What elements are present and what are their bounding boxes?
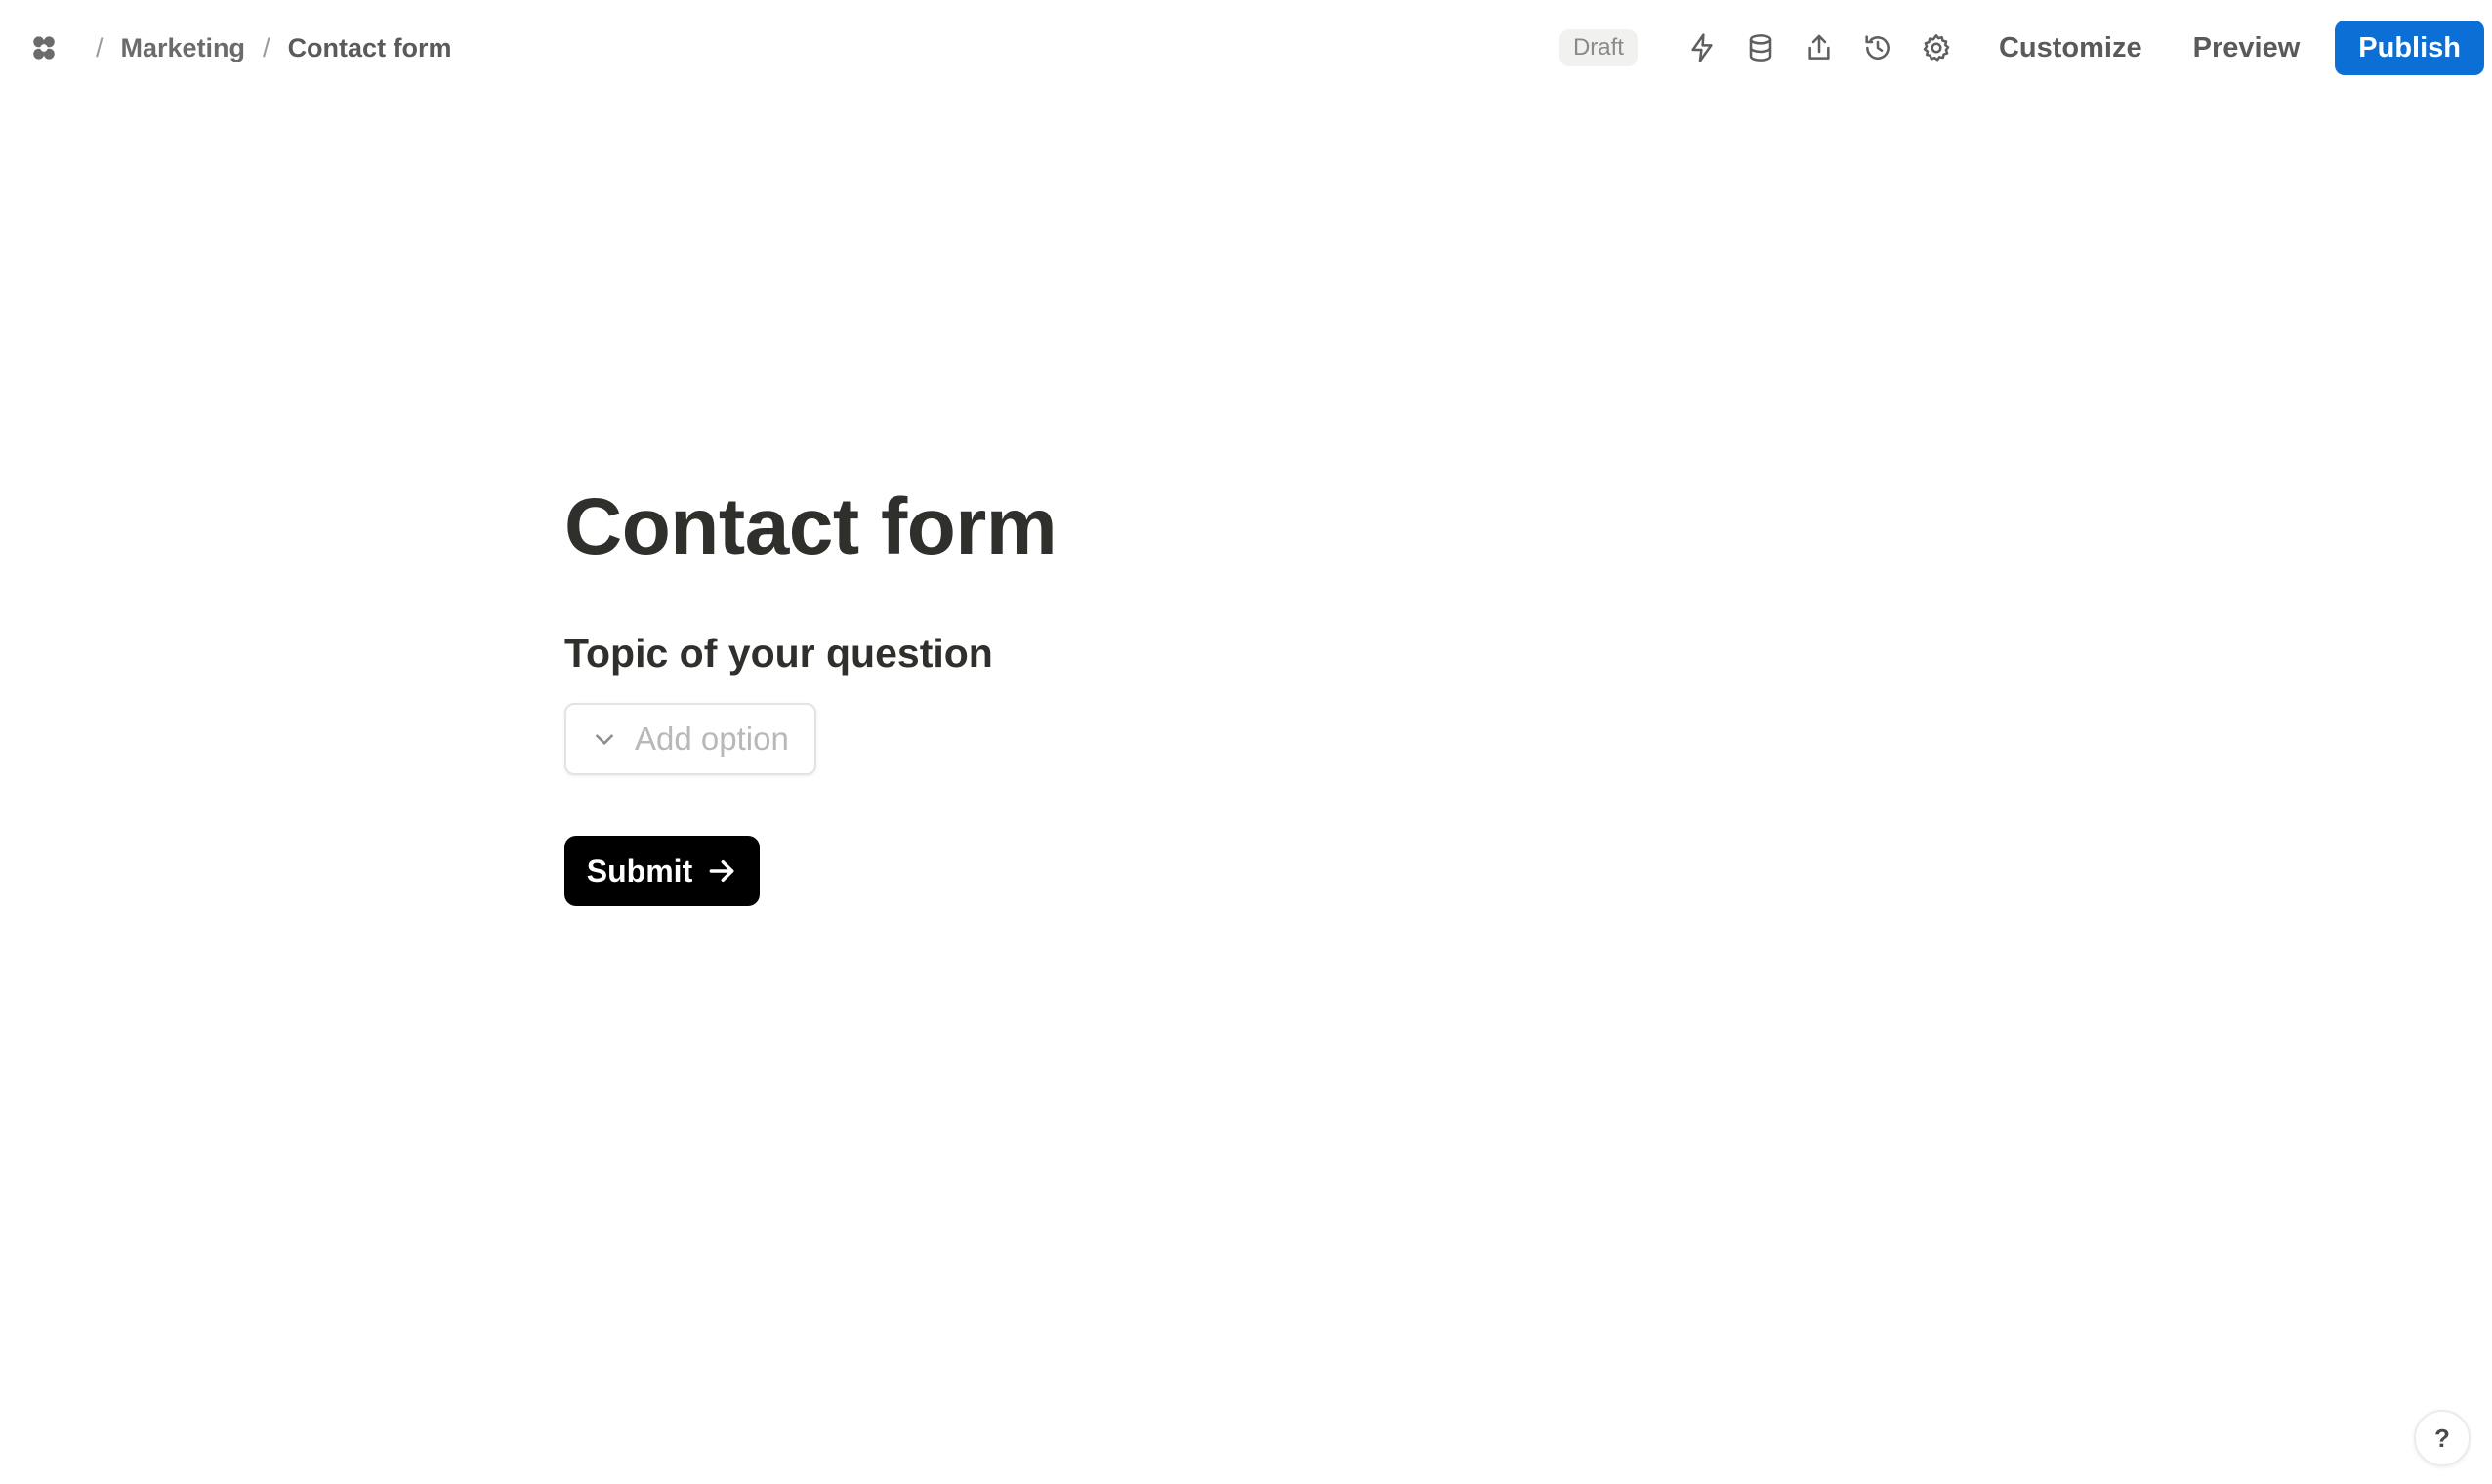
top-bar: / Marketing / Contact form Draft Customi…: [0, 0, 2492, 96]
chevron-down-icon: [590, 724, 619, 754]
breadcrumb: / Marketing / Contact form: [27, 27, 452, 68]
settings-gear-icon[interactable]: [1915, 26, 1958, 69]
help-button[interactable]: ?: [2414, 1410, 2471, 1466]
breadcrumb-item-marketing[interactable]: Marketing: [121, 33, 246, 63]
submit-button[interactable]: Submit: [564, 836, 760, 906]
publish-button[interactable]: Publish: [2335, 21, 2484, 75]
breadcrumb-separator: /: [263, 32, 270, 62]
breadcrumb-separator: /: [96, 32, 104, 62]
breadcrumb-item-contact-form[interactable]: Contact form: [288, 33, 452, 63]
status-badge: Draft: [1558, 29, 1638, 66]
share-icon[interactable]: [1798, 26, 1841, 69]
submit-label: Submit: [586, 852, 693, 888]
topic-select[interactable]: Add option: [564, 703, 816, 775]
question-label[interactable]: Topic of your question: [564, 627, 1736, 680]
database-icon[interactable]: [1739, 26, 1782, 69]
preview-button[interactable]: Preview: [2168, 21, 2326, 74]
form-canvas: Contact form Topic of your question Add …: [564, 478, 1736, 906]
history-icon[interactable]: [1856, 26, 1899, 69]
arrow-right-icon: [709, 859, 734, 883]
automation-bolt-icon[interactable]: [1681, 26, 1724, 69]
customize-button[interactable]: Customize: [1973, 21, 2168, 74]
toolbar: Draft Customize Preview Publish: [1558, 21, 2484, 75]
workspace-logo-icon[interactable]: [27, 31, 61, 64]
add-option-placeholder[interactable]: Add option: [635, 721, 789, 758]
form-title[interactable]: Contact form: [564, 478, 1736, 576]
